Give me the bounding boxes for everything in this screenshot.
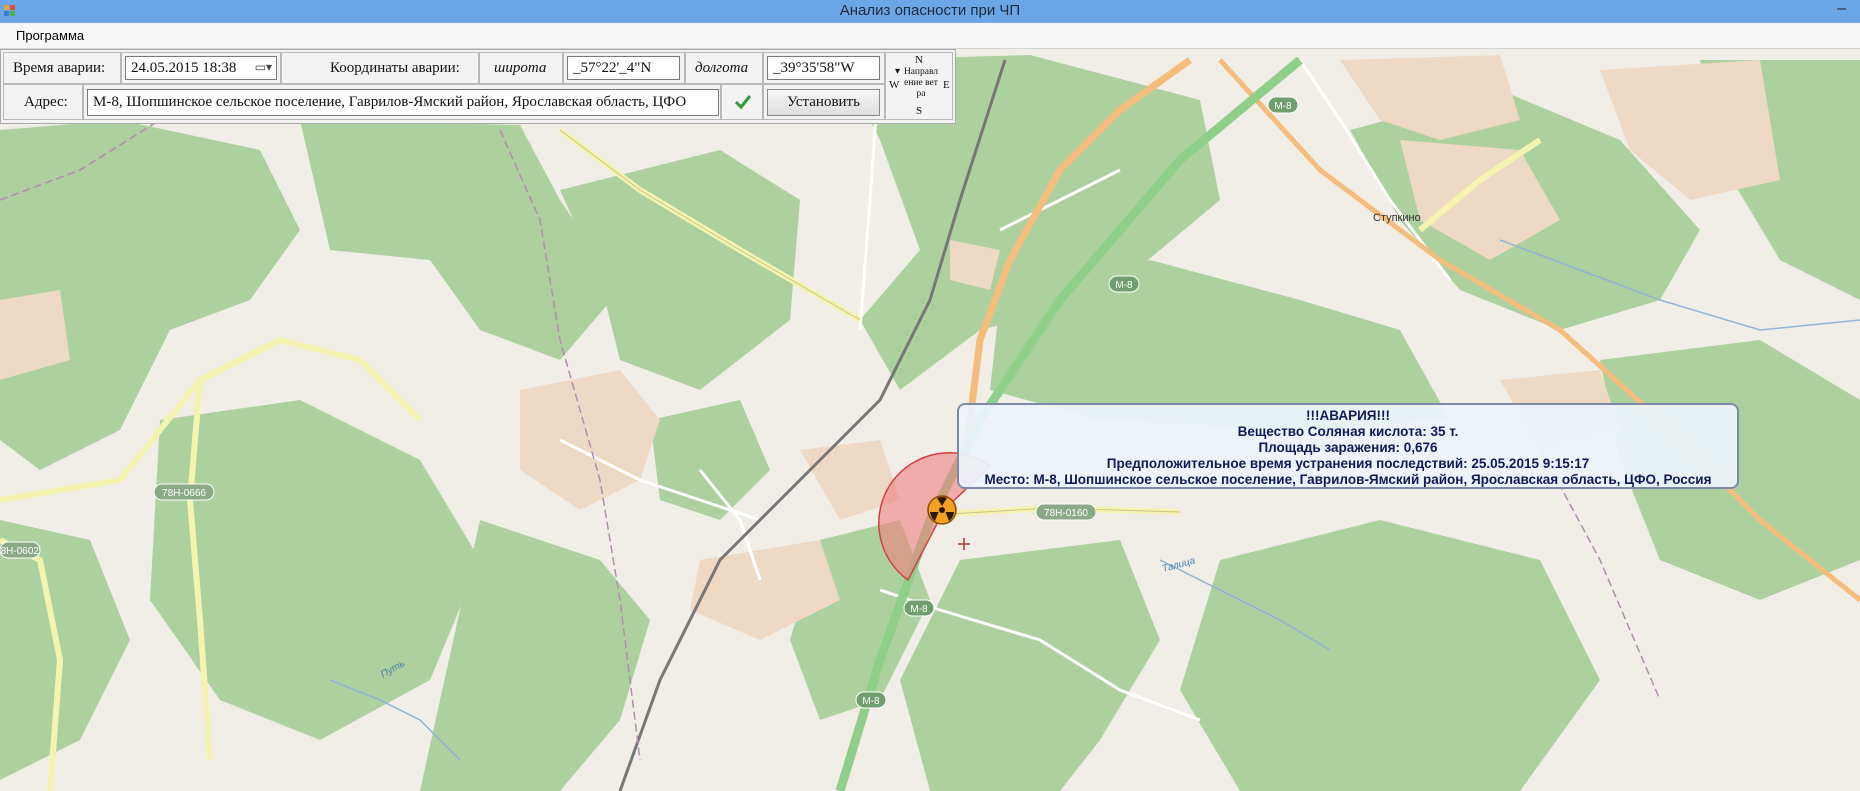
compass-e: E	[943, 79, 950, 91]
svg-text:М-8: М-8	[862, 696, 880, 707]
calendar-dropdown-icon[interactable]: ▭▾	[255, 60, 272, 75]
hazard-icon	[927, 495, 957, 525]
window-title: Анализ опасности при ЧП	[839, 2, 1021, 19]
minimize-button[interactable]: –	[1837, 0, 1846, 18]
popup-place: Место: М-8, Шопшинское сельское поселени…	[984, 472, 1712, 487]
time-label-cell: Время аварии:	[3, 52, 121, 84]
road-shield-m8-1: М-8	[1267, 96, 1299, 114]
road-shield-m8-3: М-8	[903, 599, 935, 617]
latitude-label: широта	[494, 60, 547, 76]
title-bar: Анализ опасности при ЧП –	[0, 0, 1860, 23]
compass-s: S	[916, 105, 923, 117]
address-label: Адрес:	[24, 94, 68, 110]
longitude-label: долгота	[695, 60, 749, 76]
accident-info-popup: !!!АВАРИЯ!!! Вещество Соляная кислота: 3…	[957, 403, 1739, 489]
popup-area: Площадь заражения: 0,676	[1258, 440, 1438, 455]
svg-text:78Н-0602: 78Н-0602	[0, 546, 39, 557]
road-shield-m8-4: М-8	[855, 691, 887, 709]
set-button[interactable]: Установить	[767, 89, 880, 116]
compass-n: N	[915, 54, 923, 66]
control-panel: Время аварии: 24.05.2015 18:38 ▭▾ Коорди…	[0, 49, 956, 124]
lat-label-cell: широта	[479, 52, 563, 84]
wind-direction-control[interactable]: N S W E ▾ Направление ветра	[885, 52, 953, 120]
wind-arrow-icon: ▾	[895, 66, 901, 77]
accident-time-picker[interactable]: 24.05.2015 18:38 ▭▾	[125, 56, 277, 80]
time-field-cell: 24.05.2015 18:38 ▭▾	[121, 52, 281, 84]
svg-text:М-8: М-8	[910, 604, 928, 615]
address-field-cell: М-8, Шопшинское сельское поселение, Гавр…	[83, 84, 721, 120]
road-shield-78n0160: 78Н-0160	[1035, 503, 1097, 521]
address-input[interactable]: М-8, Шопшинское сельское поселение, Гавр…	[87, 89, 719, 116]
svg-text:М-8: М-8	[1274, 101, 1292, 112]
address-label-cell: Адрес:	[3, 84, 83, 120]
coords-label: Координаты аварии:	[330, 60, 460, 76]
svg-text:М-8: М-8	[1115, 280, 1133, 291]
compass-w: W	[889, 79, 900, 91]
svg-text:78Н-0160: 78Н-0160	[1044, 508, 1088, 519]
time-label: Время аварии:	[13, 60, 106, 76]
popup-substance: Вещество Соляная кислота: 35 т.	[1237, 424, 1459, 439]
check-icon[interactable]	[734, 94, 752, 110]
accident-time-value: 24.05.2015 18:38	[131, 60, 237, 76]
village-label: Ступкино	[1373, 212, 1421, 224]
popup-time: Предположительное время устранения после…	[1106, 456, 1590, 471]
popup-title: !!!АВАРИЯ!!!	[1306, 408, 1390, 423]
menu-bar: Программа	[0, 23, 1860, 49]
wind-direction-label: Направление ветра	[903, 67, 939, 99]
lon-field-cell: _39°35'58"W	[763, 52, 885, 84]
lon-label-cell: долгота	[685, 52, 763, 84]
menu-program[interactable]: Программа	[16, 28, 84, 43]
set-button-cell: Установить	[763, 84, 885, 120]
road-shield-78n0602: 78Н-0602	[0, 541, 41, 559]
road-shield-m8-2: М-8	[1108, 275, 1140, 293]
latitude-input[interactable]: _57°22'_4"N	[567, 56, 680, 80]
svg-text:78Н-0666: 78Н-0666	[162, 488, 206, 499]
road-shield-78n0666: 78Н-0666	[153, 483, 215, 501]
coords-label-cell: Координаты аварии:	[281, 52, 479, 84]
lat-field-cell: _57°22'_4"N	[563, 52, 685, 84]
confirm-cell	[721, 84, 763, 120]
longitude-input[interactable]: _39°35'58"W	[767, 56, 880, 80]
